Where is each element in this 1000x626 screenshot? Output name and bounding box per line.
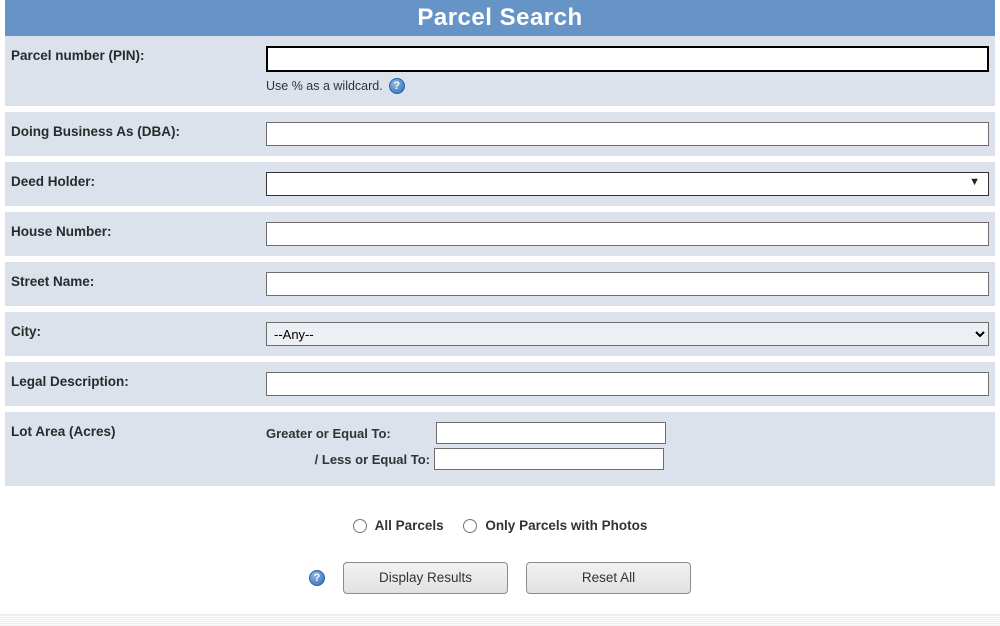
page-title: Parcel Search bbox=[5, 0, 995, 36]
row-lot: Lot Area (Acres) Greater or Equal To: / … bbox=[5, 412, 995, 492]
row-deed: Deed Holder: bbox=[5, 162, 995, 212]
label-radio-all: All Parcels bbox=[375, 518, 444, 533]
hint-pin-text: Use % as a wildcard. bbox=[266, 79, 383, 93]
input-lot-gte[interactable] bbox=[436, 422, 666, 444]
label-street: Street Name: bbox=[11, 272, 266, 289]
input-dba[interactable] bbox=[266, 122, 989, 146]
input-lot-lte[interactable] bbox=[434, 448, 664, 470]
row-house: House Number: bbox=[5, 212, 995, 262]
select-city[interactable]: --Any-- bbox=[266, 322, 989, 346]
input-house[interactable] bbox=[266, 222, 989, 246]
reset-all-button[interactable]: Reset All bbox=[526, 562, 691, 594]
label-radio-photos: Only Parcels with Photos bbox=[485, 518, 647, 533]
label-lot: Lot Area (Acres) bbox=[11, 422, 266, 439]
label-city: City: bbox=[11, 322, 266, 339]
radio-photos-only[interactable] bbox=[463, 519, 477, 533]
input-pin[interactable] bbox=[266, 46, 989, 72]
label-dba: Doing Business As (DBA): bbox=[11, 122, 266, 139]
input-street[interactable] bbox=[266, 272, 989, 296]
label-house: House Number: bbox=[11, 222, 266, 239]
row-city: City: --Any-- bbox=[5, 312, 995, 362]
help-icon[interactable]: ? bbox=[389, 78, 405, 94]
row-dba: Doing Business As (DBA): bbox=[5, 112, 995, 162]
footer-stripe bbox=[0, 614, 1000, 626]
display-results-button[interactable]: Display Results bbox=[343, 562, 508, 594]
label-lot-gte: Greater or Equal To: bbox=[266, 426, 436, 441]
radio-all-parcels[interactable] bbox=[353, 519, 367, 533]
hint-pin: Use % as a wildcard. ? bbox=[266, 78, 989, 94]
button-row: ? Display Results Reset All bbox=[5, 554, 995, 614]
help-icon[interactable]: ? bbox=[309, 570, 325, 586]
label-legal: Legal Description: bbox=[11, 372, 266, 389]
select-deed[interactable] bbox=[266, 172, 989, 196]
label-lot-lte: / Less or Equal To: bbox=[266, 452, 434, 467]
radio-row: All Parcels Only Parcels with Photos bbox=[5, 492, 995, 554]
label-pin: Parcel number (PIN): bbox=[11, 46, 266, 63]
input-legal[interactable] bbox=[266, 372, 989, 396]
row-pin: Parcel number (PIN): Use % as a wildcard… bbox=[5, 36, 995, 112]
label-deed: Deed Holder: bbox=[11, 172, 266, 189]
row-street: Street Name: bbox=[5, 262, 995, 312]
row-legal: Legal Description: bbox=[5, 362, 995, 412]
